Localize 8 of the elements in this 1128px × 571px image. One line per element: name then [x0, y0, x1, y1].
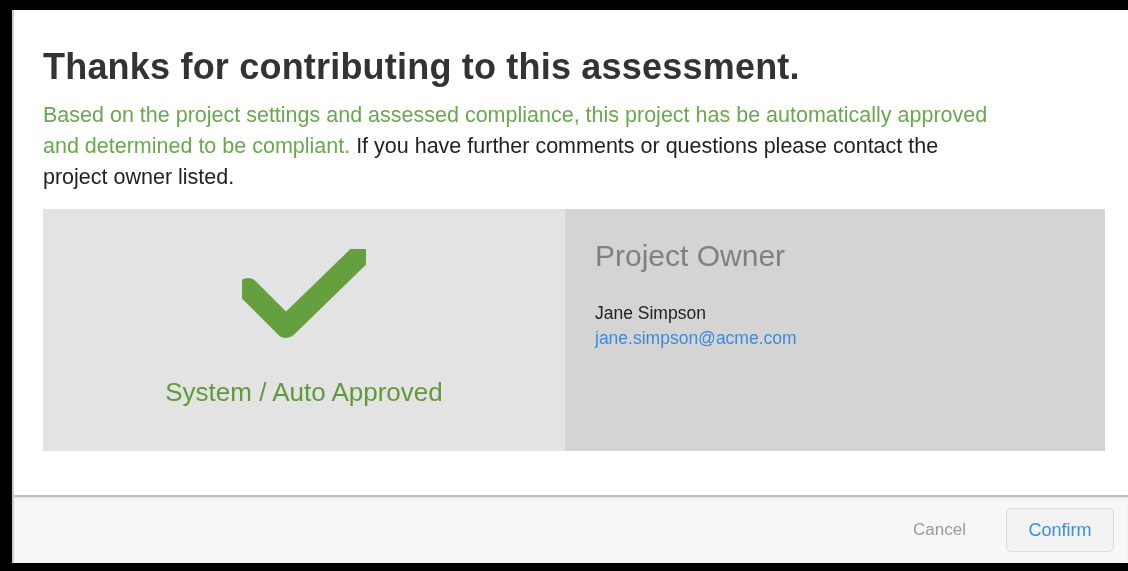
- email-link[interactable]: jane.simpson@acme.com: [595, 328, 797, 349]
- owner-heading: Project Owner: [595, 239, 787, 273]
- dialog-title: Thanks for contributing to this assessment.: [43, 46, 801, 88]
- owner-name: Jane Simpson: [595, 303, 707, 324]
- status-label: System / Auto Approved: [165, 377, 443, 408]
- cancel-button[interactable]: Cancel: [913, 520, 966, 540]
- confirm-button[interactable]: Confirm: [1006, 508, 1114, 552]
- message-text: Based on the project settings and assessed compliance, this project has be automatically approved and determined to be compliant. If you have further comments or questions please contact the project owner listed.: [43, 102, 989, 191]
